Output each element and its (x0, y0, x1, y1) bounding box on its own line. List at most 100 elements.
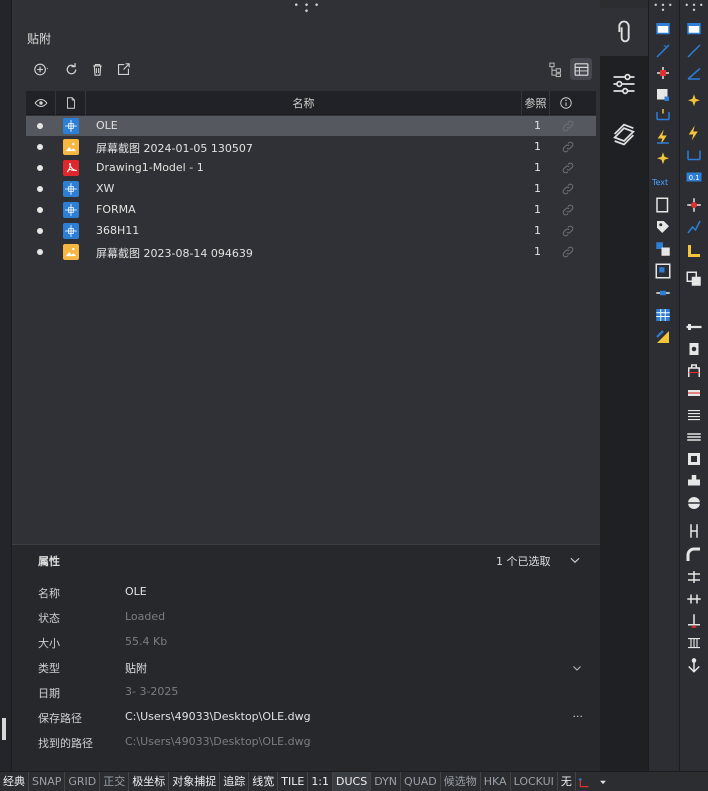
link-icon[interactable] (561, 140, 575, 154)
angle-dim-tool[interactable] (685, 64, 703, 82)
attach-button[interactable] (26, 58, 56, 80)
window-tool[interactable] (654, 20, 672, 38)
point-tool[interactable] (654, 86, 672, 104)
rivet-tool[interactable] (685, 634, 703, 652)
table-row[interactable]: 368H11 1 (26, 221, 596, 241)
status-toggle[interactable]: 无 (558, 771, 576, 791)
tool-column-grip[interactable]: • • • • (653, 2, 673, 15)
visibility-dot[interactable] (37, 165, 43, 171)
tolerance-tool[interactable]: 0.1 (685, 168, 703, 186)
flange-tool[interactable] (685, 494, 703, 512)
elbow-tool[interactable] (685, 546, 703, 564)
status-toggle[interactable]: HKA (481, 771, 511, 791)
table-row[interactable]: OLE 1 (26, 116, 596, 136)
weld-tool[interactable] (685, 612, 703, 630)
visibility-dot[interactable] (37, 123, 43, 129)
bracket-tool[interactable] (685, 362, 703, 380)
visibility-dot[interactable] (37, 207, 43, 213)
text-tool[interactable]: Text (652, 174, 676, 192)
tree-view-button[interactable] (544, 58, 566, 80)
link-dim-tool[interactable] (654, 284, 672, 302)
spark-tool[interactable] (654, 150, 672, 168)
ucs-icon[interactable] (576, 772, 594, 791)
delete-button[interactable] (86, 58, 108, 80)
status-toggle[interactable]: TILE (278, 771, 309, 791)
spark2-tool[interactable] (685, 92, 703, 110)
fitting-tool[interactable] (685, 472, 703, 490)
table-row[interactable]: XW 1 (26, 179, 596, 199)
nut-tool[interactable] (685, 340, 703, 358)
table-row[interactable]: 屏幕截图 2024-01-05 130507 1 (26, 137, 596, 157)
table-row[interactable]: FORMA 1 (26, 200, 596, 220)
column-visibility[interactable] (26, 91, 56, 115)
refresh-button[interactable] (60, 58, 82, 80)
coupling-tool[interactable] (685, 590, 703, 608)
status-toggle[interactable]: 1:1 (308, 771, 334, 791)
viewport-tool[interactable] (685, 20, 703, 38)
status-toggle[interactable]: 极坐标 (129, 771, 170, 791)
link-icon[interactable] (561, 224, 575, 238)
frame-tool[interactable] (654, 196, 672, 214)
status-toggle[interactable]: DYN (371, 771, 402, 791)
status-toggle[interactable]: 经典 (0, 771, 29, 791)
copy-block-tool[interactable] (685, 270, 703, 288)
arc-dim-tool[interactable]: 3 (654, 42, 672, 60)
align-tool[interactable] (654, 64, 672, 82)
tab-properties[interactable] (600, 60, 648, 108)
status-toggle[interactable]: 对象捕捉 (169, 771, 221, 791)
group-tool[interactable] (654, 240, 672, 258)
status-toggle[interactable]: GRID (65, 771, 101, 791)
visibility-dot[interactable] (37, 186, 43, 192)
status-toggle[interactable]: SNAP (29, 771, 66, 791)
block-tool[interactable] (654, 262, 672, 280)
tool-column-grip[interactable]: • • • • (684, 2, 704, 15)
aligned-dim-tool[interactable] (685, 42, 703, 60)
tab-attachments[interactable] (600, 8, 648, 56)
shaft-tool[interactable] (685, 428, 703, 446)
statusbar-menu-icon[interactable] (594, 772, 612, 791)
link-icon[interactable] (561, 245, 575, 259)
visibility-dot[interactable] (37, 144, 43, 150)
linear-dim-tool[interactable] (654, 106, 672, 124)
bearing-tool[interactable] (685, 450, 703, 468)
jog-dim-tool[interactable] (685, 218, 703, 236)
property-row[interactable]: 类型 贴附 (38, 660, 583, 678)
dropdown-chevron-icon[interactable] (571, 662, 583, 674)
status-toggle[interactable]: 正交 (100, 771, 130, 791)
status-toggle[interactable]: 追踪 (220, 771, 250, 791)
valve-tool[interactable] (685, 568, 703, 586)
tag-tool[interactable] (654, 218, 672, 236)
property-row[interactable]: 保存路径 C:\Users\49033\Desktop\OLE.dwg ··· (38, 710, 583, 728)
list-view-button[interactable] (570, 58, 592, 80)
open-external-button[interactable] (112, 58, 134, 80)
column-type[interactable] (56, 91, 86, 115)
status-toggle[interactable]: 线宽 (249, 771, 279, 791)
lightning-tool[interactable] (654, 128, 672, 146)
column-info[interactable] (550, 91, 582, 115)
link-icon[interactable] (561, 161, 575, 175)
tab-layers[interactable] (600, 110, 648, 158)
scroll-handle[interactable] (2, 718, 6, 740)
collapse-chevron-icon[interactable] (568, 553, 582, 567)
bolt-tool[interactable] (685, 318, 703, 336)
column-name[interactable]: 名称 (86, 91, 522, 115)
spring-tool[interactable] (685, 406, 703, 424)
quick-dim-tool[interactable] (685, 124, 703, 142)
status-toggle[interactable]: QUAD (401, 771, 441, 791)
status-toggle[interactable]: LOCKUI (511, 771, 558, 791)
link-icon[interactable] (561, 182, 575, 196)
gradient-tool[interactable] (654, 328, 672, 346)
anchor-tool[interactable] (685, 656, 703, 674)
link-icon[interactable] (561, 203, 575, 217)
browse-button[interactable]: ··· (573, 710, 584, 723)
status-toggle[interactable]: 候选物 (441, 771, 481, 791)
center-mark-tool[interactable] (685, 196, 703, 214)
gear-tool[interactable] (685, 384, 703, 402)
status-toggle[interactable]: DUCS (333, 771, 372, 791)
pipe-tool[interactable] (685, 522, 703, 540)
visibility-dot[interactable] (37, 228, 43, 234)
drag-grip[interactable]: • • • • (292, 2, 322, 17)
table-row[interactable]: 屏幕截图 2023-08-14 094639 1 (26, 242, 596, 262)
hatch-tool[interactable] (685, 242, 703, 260)
table-row[interactable]: Drawing1-Model - 1 1 (26, 158, 596, 178)
